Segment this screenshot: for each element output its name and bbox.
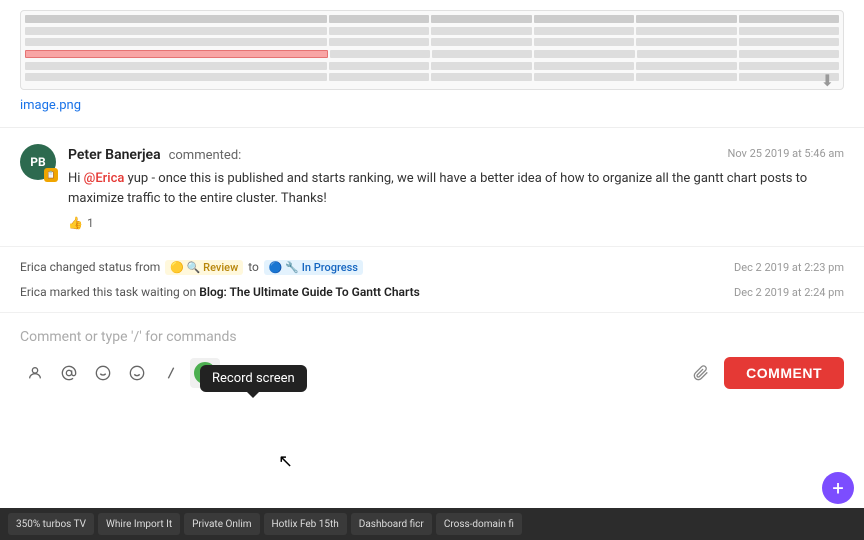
smiley-icon[interactable] bbox=[122, 358, 152, 388]
comment-button[interactable]: COMMENT bbox=[724, 357, 844, 389]
mention-erica[interactable]: @Erica bbox=[84, 171, 125, 186]
avatar: PB 📋 bbox=[20, 144, 56, 180]
status-badge-review: 🟡 🔍 Review bbox=[165, 260, 243, 275]
comment-header: Peter Banerjea commented: Nov 25 2019 at… bbox=[68, 144, 844, 163]
record-screen-tooltip: Record screen bbox=[200, 365, 307, 392]
slash-command-icon[interactable] bbox=[156, 358, 186, 388]
activity-text-1: Erica changed status from 🟡 🔍 Review to … bbox=[20, 260, 734, 275]
cursor-indicator: ↖ bbox=[278, 451, 293, 472]
avatar-initials: PB bbox=[30, 155, 45, 169]
toolbar-left bbox=[20, 358, 220, 388]
attachment-icon[interactable] bbox=[686, 358, 716, 388]
at-mention-icon[interactable] bbox=[54, 358, 84, 388]
fab-button[interactable]: + bbox=[822, 472, 854, 504]
taskbar-item-1[interactable]: Whire Import It bbox=[98, 513, 180, 535]
comment-section: PB 📋 Peter Banerjea commented: Nov 25 20… bbox=[0, 128, 864, 247]
activity-timestamp-2: Dec 2 2019 at 2:24 pm bbox=[734, 286, 844, 299]
like-button[interactable]: 👍 1 bbox=[68, 216, 844, 230]
comment-author-line: Peter Banerjea commented: bbox=[68, 144, 241, 163]
download-icon[interactable]: ⬇ bbox=[821, 71, 834, 90]
taskbar-item-0[interactable]: 350% turbos TV bbox=[8, 513, 94, 535]
commented-label: commented: bbox=[169, 148, 242, 163]
avatar-badge: 📋 bbox=[44, 168, 58, 182]
like-count: 1 bbox=[87, 216, 94, 230]
image-thumbnail bbox=[20, 10, 844, 90]
toolbar-right: COMMENT bbox=[686, 357, 844, 389]
task-link[interactable]: Blog: The Ultimate Guide To Gantt Charts bbox=[199, 285, 420, 299]
thumbs-up-icon: 👍 bbox=[68, 216, 83, 230]
status-badge-inprogress: 🔵 🔧 In Progress bbox=[264, 260, 363, 275]
comment-toolbar: COMMENT bbox=[20, 349, 844, 389]
taskbar-item-5[interactable]: Cross-domain fi bbox=[436, 513, 522, 535]
comment-text-post: yup - once this is published and starts … bbox=[68, 171, 807, 206]
commenter-name: Peter Banerjea bbox=[68, 147, 161, 163]
activity-text-2: Erica marked this task waiting on Blog: … bbox=[20, 285, 734, 299]
comment-text: Hi @Erica yup - once this is published a… bbox=[68, 169, 844, 208]
activity-pre-2: Erica marked this task waiting on bbox=[20, 285, 199, 299]
activity-timestamp-1: Dec 2 2019 at 2:23 pm bbox=[734, 261, 844, 274]
activity-item: Erica changed status from 🟡 🔍 Review to … bbox=[20, 255, 844, 280]
activity-to-1: to bbox=[248, 260, 262, 274]
taskbar-item-4[interactable]: Dashboard ficr bbox=[351, 513, 432, 535]
comment-body: Peter Banerjea commented: Nov 25 2019 at… bbox=[68, 144, 844, 230]
comment-text-pre: Hi bbox=[68, 171, 84, 186]
activity-pre-1: Erica changed status from bbox=[20, 260, 163, 274]
person-icon[interactable] bbox=[20, 358, 50, 388]
main-container: ⬇ image.png PB 📋 Peter Banerjea commente… bbox=[0, 0, 864, 540]
taskbar: 350% turbos TV Whire Import It Private O… bbox=[0, 508, 864, 540]
comment-placeholder[interactable]: Comment or type '/' for commands bbox=[20, 325, 844, 349]
image-preview-section: ⬇ image.png bbox=[0, 0, 864, 128]
emoji-icon[interactable] bbox=[88, 358, 118, 388]
taskbar-item-3[interactable]: Hotlix Feb 15th bbox=[264, 513, 347, 535]
activity-item-2: Erica marked this task waiting on Blog: … bbox=[20, 280, 844, 304]
comment-input-area: Comment or type '/' for commands Record … bbox=[0, 313, 864, 508]
activity-log: Erica changed status from 🟡 🔍 Review to … bbox=[0, 247, 864, 313]
comment-timestamp: Nov 25 2019 at 5:46 am bbox=[727, 147, 844, 160]
taskbar-item-2[interactable]: Private Onlim bbox=[184, 513, 259, 535]
image-filename[interactable]: image.png bbox=[20, 98, 844, 113]
